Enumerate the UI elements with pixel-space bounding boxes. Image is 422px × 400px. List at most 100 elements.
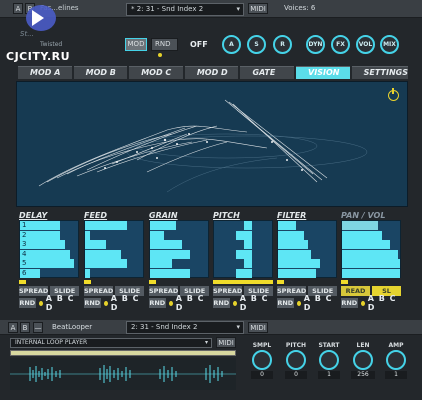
pitch-knob[interactable] (286, 350, 306, 370)
section-grain: GRAIN SPREAD SLIDE RND A B C D (149, 211, 209, 312)
chevron-down-icon: ▾ (236, 323, 240, 331)
filter-rows[interactable] (277, 220, 337, 278)
plugin-window: A B Fas...elines * 2: 31 - Snd Index 2▾ … (0, 0, 422, 400)
chevron-down-icon: ▾ (236, 5, 240, 13)
sound-select[interactable]: * 2: 31 - Snd Index 2 ▾ (126, 3, 244, 16)
sound-select[interactable]: 2: 31 - Snd Index 2 ▾ (126, 321, 244, 334)
player-midi-button[interactable]: MIDI (216, 337, 236, 348)
rnd-dot (296, 300, 301, 306)
knob-value: 0 (285, 371, 307, 379)
midi-button[interactable]: MIDI (248, 3, 268, 14)
abcd-selector[interactable]: A B C D (46, 294, 79, 312)
instrument-name: BeatLooper (52, 323, 93, 331)
knob-mix[interactable]: MIX (380, 35, 399, 54)
waveform (10, 365, 236, 383)
section-title: DELAY (19, 211, 48, 220)
knob-value: 0 (251, 371, 273, 379)
player-select[interactable]: INTERNAL LOOP PLAYER ▾ (10, 338, 212, 348)
loop-region-bar[interactable] (10, 350, 236, 356)
len-knob[interactable] (353, 350, 373, 370)
tab-mod-c[interactable]: MOD C (129, 66, 183, 79)
level-bar (149, 280, 156, 284)
rnd-button[interactable]: RND (277, 298, 294, 308)
waveform-display[interactable] (10, 358, 236, 390)
tab-mod-b[interactable]: MOD B (73, 66, 128, 79)
rnd-dot (360, 300, 365, 306)
rnd-dot (168, 300, 173, 306)
pitch-rows[interactable] (213, 220, 273, 278)
abcd-selector[interactable]: A B C D (304, 294, 337, 312)
vision-display (16, 81, 408, 207)
level-bar (213, 280, 273, 284)
grain-rows[interactable] (149, 220, 209, 278)
abcd-selector[interactable]: A B C D (240, 294, 273, 312)
rnd-button[interactable]: RND (19, 298, 36, 308)
delay-rows[interactable]: 1 2 3 4 5 6 (19, 220, 79, 278)
slot-b-button[interactable]: B (20, 322, 30, 333)
logo-subtitle: Twisted (40, 41, 63, 48)
section-delay: DELAY 1 2 3 4 5 6 SPREAD SLIDE RND A B C D (19, 211, 79, 312)
knob-dyn[interactable]: DYN (306, 35, 325, 54)
section-title: FILTER (277, 211, 307, 220)
feed-rows[interactable] (84, 220, 144, 278)
knob-len: LEN 256 (350, 342, 376, 379)
spread-button[interactable]: SPREAD (84, 286, 114, 296)
spread-button[interactable]: READ (341, 286, 370, 296)
slot-a-button[interactable]: A (8, 322, 18, 333)
play-icon (32, 10, 44, 26)
rnd-button[interactable]: RND (341, 298, 358, 308)
pan-vol-rows[interactable] (341, 220, 401, 278)
section-pan-vol: PAN / VOL READ SL RND A B C D (341, 211, 401, 312)
smpl-knob[interactable] (252, 350, 272, 370)
tab-mod-a[interactable]: MOD A (18, 66, 72, 79)
logo-text: St... (20, 30, 34, 38)
rnd-dot (38, 300, 43, 306)
off-label[interactable]: OFF (190, 40, 208, 49)
knob-start: START 1 (317, 342, 341, 379)
spread-button[interactable]: SPREAD (213, 286, 243, 296)
knob-vol[interactable]: VOL (356, 35, 375, 54)
abcd-selector[interactable]: A B C D (368, 294, 401, 312)
tab-gate-seq[interactable]: GATE SEQ (240, 66, 295, 89)
knob-r[interactable]: R (273, 35, 292, 54)
midi-button[interactable]: MIDI (248, 322, 268, 333)
level-bar (341, 280, 348, 284)
amp-knob[interactable] (386, 350, 406, 370)
knob-pitch: PITCH 0 (284, 342, 308, 379)
rnd-button[interactable]: RND (84, 298, 101, 308)
power-icon[interactable] (388, 88, 399, 101)
remove-button[interactable]: — (33, 322, 43, 333)
slot-a-button[interactable]: A (13, 3, 23, 14)
abcd-selector[interactable]: A B C D (176, 294, 209, 312)
knob-fx[interactable]: FX (331, 35, 350, 54)
spread-button[interactable]: SPREAD (149, 286, 179, 296)
sound-select-value: * 2: 31 - Snd Index 2 (131, 5, 204, 13)
spread-button[interactable]: SPREAD (277, 286, 307, 296)
rnd-button[interactable]: RND (213, 298, 230, 308)
section-filter: FILTER SPREAD SLIDE RND A B C D (277, 211, 337, 312)
knob-label: START (318, 342, 340, 349)
section-feed: FEED SPREAD SLIDE RND A B C D (84, 211, 144, 312)
tab-bar: MOD A MOD B MOD C MOD D GATE SEQ VISION … (18, 66, 408, 89)
tab-vision[interactable]: VISION (296, 66, 350, 79)
sound-select-value: 2: 31 - Snd Index 2 (131, 323, 198, 331)
tab-settings[interactable]: SETTINGS (351, 66, 408, 79)
spread-button[interactable]: SPREAD (19, 286, 49, 296)
chevron-down-icon: ▾ (204, 339, 208, 346)
top-bar: A B Fas...elines * 2: 31 - Snd Index 2▾ … (0, 0, 422, 18)
knob-a[interactable]: A (222, 35, 241, 54)
rnd-button[interactable]: RND (149, 298, 166, 308)
knob-value: 256 (351, 371, 375, 379)
start-knob[interactable] (319, 350, 339, 370)
knob-value: 1 (385, 371, 407, 379)
mod-button[interactable]: MOD (125, 38, 147, 51)
rnd-dot (232, 300, 237, 306)
bottom-bar: A B — BeatLooper 2: 31 - Snd Index 2 ▾ MI… (0, 320, 422, 335)
tab-mod-d[interactable]: MOD D (184, 66, 239, 79)
knob-label: SMPL (252, 342, 272, 349)
level-bar (84, 280, 91, 284)
rnd-button[interactable]: RND (151, 38, 178, 57)
abcd-selector[interactable]: A B C D (111, 294, 144, 312)
knob-s[interactable]: S (247, 35, 266, 54)
section-pitch: PITCH SPREAD SLIDE RND A B C D (213, 211, 273, 312)
